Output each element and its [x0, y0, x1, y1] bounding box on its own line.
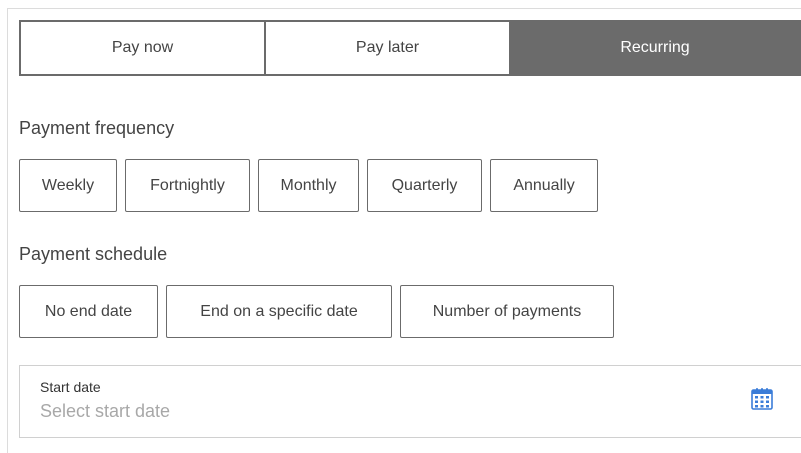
frequency-weekly-button[interactable]: Weekly: [19, 159, 117, 212]
calendar-icon[interactable]: [749, 386, 775, 412]
frequency-monthly-button[interactable]: Monthly: [258, 159, 359, 212]
schedule-options: No end date End on a specific date Numbe…: [19, 285, 622, 338]
schedule-end-on-date-button[interactable]: End on a specific date: [166, 285, 392, 338]
frequency-annually-button[interactable]: Annually: [490, 159, 598, 212]
start-date-input[interactable]: [40, 398, 720, 424]
start-date-field: Start date: [19, 365, 801, 438]
payment-schedule-heading: Payment schedule: [19, 244, 168, 264]
schedule-number-of-payments-button[interactable]: Number of payments: [400, 285, 614, 338]
frequency-quarterly-button[interactable]: Quarterly: [367, 159, 482, 212]
start-date-label: Start date: [40, 379, 101, 395]
frequency-fortnightly-button[interactable]: Fortnightly: [125, 159, 250, 212]
payment-type-tabs: Pay now Pay later Recurring: [19, 20, 801, 76]
tab-pay-later[interactable]: Pay later: [264, 22, 509, 74]
payment-frequency-heading: Payment frequency: [19, 118, 175, 138]
schedule-no-end-date-button[interactable]: No end date: [19, 285, 158, 338]
tab-pay-now[interactable]: Pay now: [21, 22, 264, 74]
tab-recurring[interactable]: Recurring: [509, 22, 799, 74]
frequency-options: Weekly Fortnightly Monthly Quarterly Ann…: [19, 159, 606, 212]
